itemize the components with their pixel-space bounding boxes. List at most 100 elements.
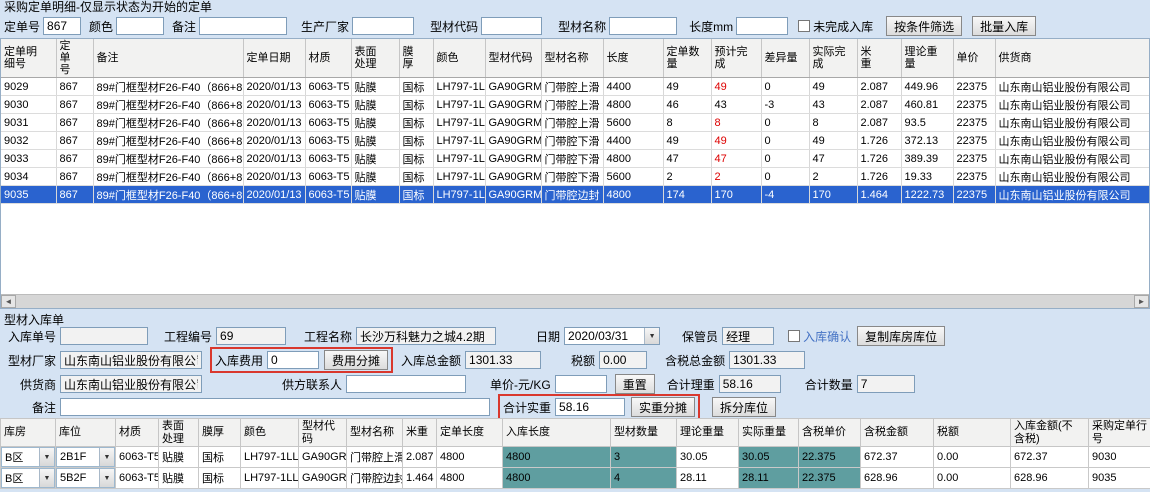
col-material[interactable]: 材质: [305, 39, 351, 78]
profile-name-filter-input[interactable]: [609, 17, 677, 35]
cell-film: 国标: [399, 150, 433, 168]
col-color[interactable]: 颜色: [433, 39, 485, 78]
order-row[interactable]: 9035 867 89#门框型材F26-F40（866+867） 2020/01…: [1, 186, 1150, 204]
col-expected[interactable]: 预计完 成: [711, 39, 761, 78]
cell-film: 国标: [399, 96, 433, 114]
actual-share-button[interactable]: 实重分摊: [631, 397, 695, 417]
order-row[interactable]: 9030 867 89#门框型材F26-F40（866+867） 2020/01…: [1, 96, 1150, 114]
chevron-down-icon[interactable]: ▼: [99, 448, 114, 466]
slot-select[interactable]: 2B1F ▼: [56, 447, 115, 467]
profile-code-filter-input[interactable]: [481, 17, 542, 35]
col-tax-amount[interactable]: 含税金额: [861, 419, 934, 447]
col-film2[interactable]: 膜厚: [199, 419, 241, 447]
chevron-down-icon[interactable]: ▼: [39, 469, 54, 487]
fee-input[interactable]: [267, 351, 319, 369]
fee-share-button[interactable]: 费用分摊: [324, 350, 388, 370]
col-diff[interactable]: 差异量: [761, 39, 809, 78]
date-picker[interactable]: 2020/03/31 ▼: [564, 327, 660, 345]
scroll-right-icon[interactable]: ►: [1134, 295, 1149, 308]
contact-input[interactable]: [346, 375, 466, 393]
split-location-button[interactable]: 拆分库位: [712, 397, 776, 417]
inbound-row[interactable]: B区 ▼ 2B1F ▼ 6063-T5 贴膜 国标 LH797-1LL0: [1, 447, 1150, 468]
order-no-input[interactable]: [43, 17, 81, 35]
col-order-date[interactable]: 定单日期: [243, 39, 305, 78]
col-profile-name[interactable]: 型材名称: [541, 39, 603, 78]
col-theory-weight2[interactable]: 理论重量: [677, 419, 739, 447]
total-actual-input[interactable]: [555, 398, 625, 416]
col-surface2[interactable]: 表面 处理: [159, 419, 199, 447]
scroll-left-icon[interactable]: ◄: [1, 295, 16, 308]
total-with-tax-input[interactable]: [729, 351, 805, 369]
col-order-no[interactable]: 定 单 号: [56, 39, 93, 78]
col-profile-name2[interactable]: 型材名称: [347, 419, 403, 447]
copy-location-button[interactable]: 复制库房库位: [857, 326, 945, 346]
cell-theory-weight: 372.13: [901, 132, 953, 150]
inbound-no-input[interactable]: [60, 327, 148, 345]
col-supplier[interactable]: 供货商: [995, 39, 1150, 78]
total-amount-input[interactable]: [465, 351, 541, 369]
reset-button[interactable]: 重置: [615, 374, 655, 394]
col-in-length[interactable]: 入库长度: [503, 419, 611, 447]
col-slot[interactable]: 库位: [56, 419, 116, 447]
chevron-down-icon[interactable]: ▼: [99, 469, 114, 487]
calendar-dropdown-icon[interactable]: ▼: [644, 328, 659, 344]
filter-by-condition-button[interactable]: 按条件筛选: [886, 16, 962, 36]
col-actual[interactable]: 实际完 成: [809, 39, 857, 78]
chevron-down-icon[interactable]: ▼: [39, 448, 54, 466]
date-value: 2020/03/31: [565, 329, 644, 343]
factory-input[interactable]: [60, 351, 202, 369]
tax-input[interactable]: [599, 351, 647, 369]
col-film[interactable]: 膜 厚: [399, 39, 433, 78]
col-meter-weight[interactable]: 米 重: [857, 39, 901, 78]
horizontal-scrollbar[interactable]: ◄ ►: [1, 294, 1149, 308]
warehouse-select[interactable]: B区 ▼: [1, 447, 55, 467]
col-remark[interactable]: 备注: [93, 39, 243, 78]
col-amount-no-tax[interactable]: 入库金额(不 含税): [1011, 419, 1089, 447]
col-color2[interactable]: 颜色: [241, 419, 299, 447]
order-row[interactable]: 9034 867 89#门框型材F26-F40（866+867） 2020/01…: [1, 168, 1150, 186]
col-meter-weight2[interactable]: 米重: [403, 419, 437, 447]
col-order-line[interactable]: 采购定单行 号: [1089, 419, 1150, 447]
total-qty-input[interactable]: [857, 375, 915, 393]
col-actual-weight[interactable]: 实际重量: [739, 419, 799, 447]
col-qty2[interactable]: 型材数量: [611, 419, 677, 447]
order-row[interactable]: 9029 867 89#门框型材F26-F40（866+867） 2020/01…: [1, 78, 1150, 96]
remark-input[interactable]: [60, 398, 490, 416]
manufacturer-filter-input[interactable]: [352, 17, 414, 35]
total-theory-input[interactable]: [719, 375, 781, 393]
col-surface[interactable]: 表面 处理: [351, 39, 399, 78]
order-row[interactable]: 9031 867 89#门框型材F26-F40（866+867） 2020/01…: [1, 114, 1150, 132]
unit-price-input[interactable]: [555, 375, 607, 393]
cell-order-date: 2020/01/13: [243, 132, 305, 150]
col-warehouse[interactable]: 库房: [1, 419, 56, 447]
length-filter-input[interactable]: [736, 17, 788, 35]
col-profile-code[interactable]: 型材代码: [485, 39, 541, 78]
project-name-input[interactable]: [356, 327, 496, 345]
col-order-qty[interactable]: 定单数 量: [663, 39, 711, 78]
col-detail-no[interactable]: 定单明 细号: [1, 39, 56, 78]
remark-filter-input[interactable]: [199, 17, 287, 35]
unfinished-checkbox[interactable]: [798, 20, 810, 32]
keeper-input[interactable]: [722, 327, 774, 345]
inbound-row[interactable]: B区 ▼ 5B2F ▼ 6063-T5 贴膜 国标 LH797-1LL0: [1, 468, 1150, 489]
col-tax2[interactable]: 税额: [934, 419, 1011, 447]
col-material2[interactable]: 材质: [116, 419, 159, 447]
inbound-confirm-checkbox[interactable]: [788, 330, 800, 342]
supplier-input[interactable]: [60, 375, 202, 393]
order-row[interactable]: 9032 867 89#门框型材F26-F40（866+867） 2020/01…: [1, 132, 1150, 150]
batch-inbound-button[interactable]: 批量入库: [972, 16, 1036, 36]
col-unit-price2[interactable]: 含税单价: [799, 419, 861, 447]
col-theory-weight[interactable]: 理论重 量: [901, 39, 953, 78]
col-length[interactable]: 长度: [603, 39, 663, 78]
cell-material2: 6063-T5: [116, 468, 159, 489]
order-row[interactable]: 9033 867 89#门框型材F26-F40（866+867） 2020/01…: [1, 150, 1150, 168]
col-price[interactable]: 单价: [953, 39, 995, 78]
col-order-length[interactable]: 定单长度: [437, 419, 503, 447]
scrollbar-track[interactable]: [16, 295, 1134, 308]
slot-select[interactable]: 5B2F ▼: [56, 468, 115, 488]
project-no-input[interactable]: [216, 327, 286, 345]
warehouse-value: B区: [2, 449, 39, 465]
warehouse-select[interactable]: B区 ▼: [1, 468, 55, 488]
col-profile-code2[interactable]: 型材代码: [299, 419, 347, 447]
color-filter-input[interactable]: [116, 17, 164, 35]
